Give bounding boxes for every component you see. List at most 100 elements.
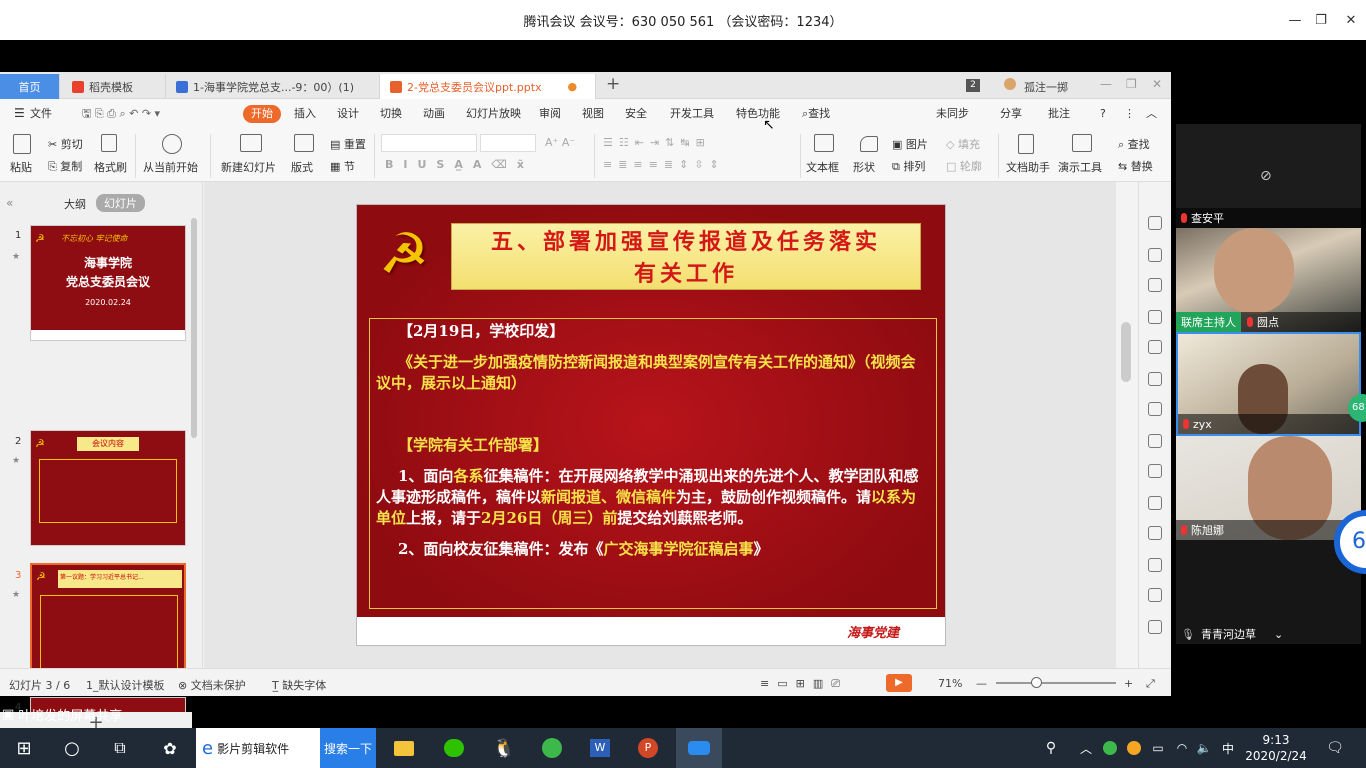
folder-icon[interactable] [382, 728, 426, 768]
tool-icon[interactable] [1148, 620, 1162, 634]
present-tools-label[interactable]: 演示工具 [1058, 159, 1102, 175]
play-slideshow-button[interactable]: ▶ [886, 674, 912, 692]
menu-file[interactable]: 文件 [30, 105, 52, 123]
replace-button[interactable]: ⇆ 替换 [1118, 158, 1153, 174]
text-format-buttons[interactable]: BIUSA̲A⌫x̃ [385, 158, 534, 171]
tencent-meeting-icon[interactable] [676, 728, 722, 768]
zoom-in-button[interactable]: + [1124, 677, 1133, 690]
video-tile[interactable]: zyx [1176, 332, 1361, 436]
textbox-label[interactable]: 文本框 [806, 159, 839, 175]
new-slide-label[interactable]: 新建幻灯片 [221, 159, 276, 175]
missing-font-button[interactable]: T̲ 缺失字体 [272, 677, 326, 693]
comment-button[interactable]: 批注 [1048, 105, 1070, 123]
doc-assistant-icon[interactable] [1018, 134, 1034, 154]
user-avatar[interactable] [1004, 78, 1016, 90]
clock[interactable]: 9:13 2020/2/24 [1244, 728, 1308, 768]
cut-button[interactable]: ✂ 剪切 [48, 136, 83, 152]
menu-animation[interactable]: 动画 [423, 105, 445, 123]
new-slide-icon[interactable] [240, 134, 262, 152]
slide-thumbnail-1[interactable]: ☭ 不忘初心 牢记使命 海事学院 党总支委员会议 2020.02.24 [30, 225, 186, 341]
collapse-pane-icon[interactable]: « [6, 196, 13, 210]
tray-app-icon[interactable] [1100, 728, 1120, 768]
play-from-current-icon[interactable] [162, 134, 182, 154]
menu-security[interactable]: 安全 [625, 105, 647, 123]
update-icon[interactable] [530, 728, 574, 768]
quick-access-icons[interactable]: 🖫 ⎘ ⎙ ⌕ ↶ ↷ ▾ [82, 105, 160, 124]
new-tab-button[interactable]: + [606, 74, 620, 94]
list-buttons[interactable]: ☰☷⇤⇥⇅↹⊞ [603, 136, 711, 149]
tab-ppt-doc[interactable]: 2-党总支委员会议ppt.pptx ● [380, 74, 596, 99]
tool-icon[interactable] [1148, 434, 1162, 448]
word-icon[interactable]: W [578, 728, 622, 768]
fill-button[interactable]: ◇ 填充 [946, 136, 980, 152]
zoom-level[interactable]: 71% [938, 677, 962, 690]
tool-icon[interactable] [1148, 588, 1162, 602]
ime-indicator[interactable]: 中 [1218, 728, 1238, 768]
battery-icon[interactable]: ▭ [1148, 728, 1168, 768]
current-slide[interactable]: ☭ 五、部署加强宣传报道及任务落实 有关工作 【2月19日，学校印发】 《关于进… [356, 204, 946, 646]
zoom-slider-handle[interactable] [1031, 677, 1042, 688]
user-name[interactable]: 孤注一掷 [1024, 79, 1068, 95]
menu-design[interactable]: 设计 [337, 105, 359, 123]
layout-icon[interactable] [294, 134, 314, 152]
menu-search[interactable]: ⌕查找 [802, 105, 830, 123]
present-tools-icon[interactable] [1072, 134, 1092, 152]
copy-button[interactable]: ⎘ 复制 [48, 158, 82, 174]
wechat-icon[interactable] [432, 728, 476, 768]
section-button[interactable]: ▦ 节 [330, 158, 355, 174]
video-tile[interactable]: ⊘ 查安平 [1176, 124, 1361, 228]
tray-app-icon[interactable] [1124, 728, 1144, 768]
tool-icon[interactable] [1148, 496, 1162, 510]
sync-status[interactable]: 未同步 [936, 105, 969, 123]
shape-icon[interactable] [860, 136, 878, 152]
wps-restore-button[interactable]: ❐ [1126, 77, 1137, 91]
font-size-select[interactable] [480, 134, 536, 152]
collapse-ribbon-icon[interactable]: ︿ [1146, 105, 1157, 123]
restore-button[interactable]: ❐ [1306, 0, 1336, 40]
search-box[interactable]: e 影片剪辑软件 [196, 728, 320, 768]
slide-thumbnail-3[interactable]: ☭ 第一议题：学习习近平总书记... [30, 563, 186, 681]
outline-button[interactable]: □ 轮廓 [946, 158, 982, 174]
template-name[interactable]: 1_默认设计模板 [86, 677, 165, 693]
font-name-select[interactable] [381, 134, 477, 152]
menu-home[interactable]: 开始 [243, 105, 281, 123]
pane-scrollbar[interactable] [191, 218, 197, 438]
tab-home[interactable]: 首页 [0, 74, 60, 99]
task-view-icon[interactable]: ⧉ [96, 728, 144, 768]
arrange-button[interactable]: ⧉ 排列 [892, 158, 925, 174]
doc-assistant-label[interactable]: 文档助手 [1006, 159, 1050, 175]
help-icon[interactable]: ? [1100, 105, 1106, 123]
tool-icon[interactable] [1148, 248, 1162, 262]
people-icon[interactable]: ⚲ [1036, 728, 1066, 768]
menu-slideshow[interactable]: 幻灯片放映 [466, 105, 521, 123]
canvas-scrollbar[interactable] [1121, 322, 1131, 382]
zoom-slider[interactable] [996, 682, 1116, 684]
tab-word-doc[interactable]: 1-海事学院党总支...-9：00）(1) [166, 74, 380, 99]
fit-window-button[interactable]: ⤢ [1146, 677, 1155, 691]
tool-icon[interactable] [1148, 310, 1162, 324]
powerpoint-icon[interactable]: P [626, 728, 670, 768]
protect-status[interactable]: ⊗ 文档未保护 [178, 677, 246, 693]
paste-icon[interactable] [13, 134, 31, 154]
wifi-icon[interactable]: ◠ [1172, 728, 1192, 768]
share-button[interactable]: 分享 [1000, 105, 1022, 123]
chevron-down-icon[interactable]: ⌄ [1274, 628, 1283, 641]
hamburger-icon[interactable]: ☰ [14, 106, 25, 120]
zoom-out-button[interactable]: — [976, 677, 987, 690]
tab-outline[interactable]: 大纲 [64, 196, 86, 212]
tab-docer[interactable]: 稻壳模板 [62, 74, 166, 99]
more-icon[interactable]: ⋮ [1124, 105, 1135, 123]
volume-icon[interactable]: 🔈 [1194, 728, 1214, 768]
tool-icon[interactable] [1148, 216, 1162, 230]
align-buttons[interactable]: ≡≣≡≡≣⇕⇳⇕ [603, 158, 725, 171]
textbox-icon[interactable] [814, 134, 834, 152]
tray-chevron-icon[interactable]: ︿ [1076, 728, 1096, 768]
tab-count-badge[interactable]: 2 [966, 79, 980, 92]
reset-button[interactable]: ▤ 重置 [330, 136, 366, 152]
font-size-buttons[interactable]: A⁺ A⁻ [545, 136, 575, 149]
tool-icon[interactable] [1148, 372, 1162, 386]
slide-thumbnail-2[interactable]: ☭ 会议内容 [30, 430, 186, 546]
tool-icon[interactable] [1148, 340, 1162, 354]
format-painter-label[interactable]: 格式刷 [94, 159, 127, 175]
paste-label[interactable]: 粘贴 [10, 159, 32, 175]
